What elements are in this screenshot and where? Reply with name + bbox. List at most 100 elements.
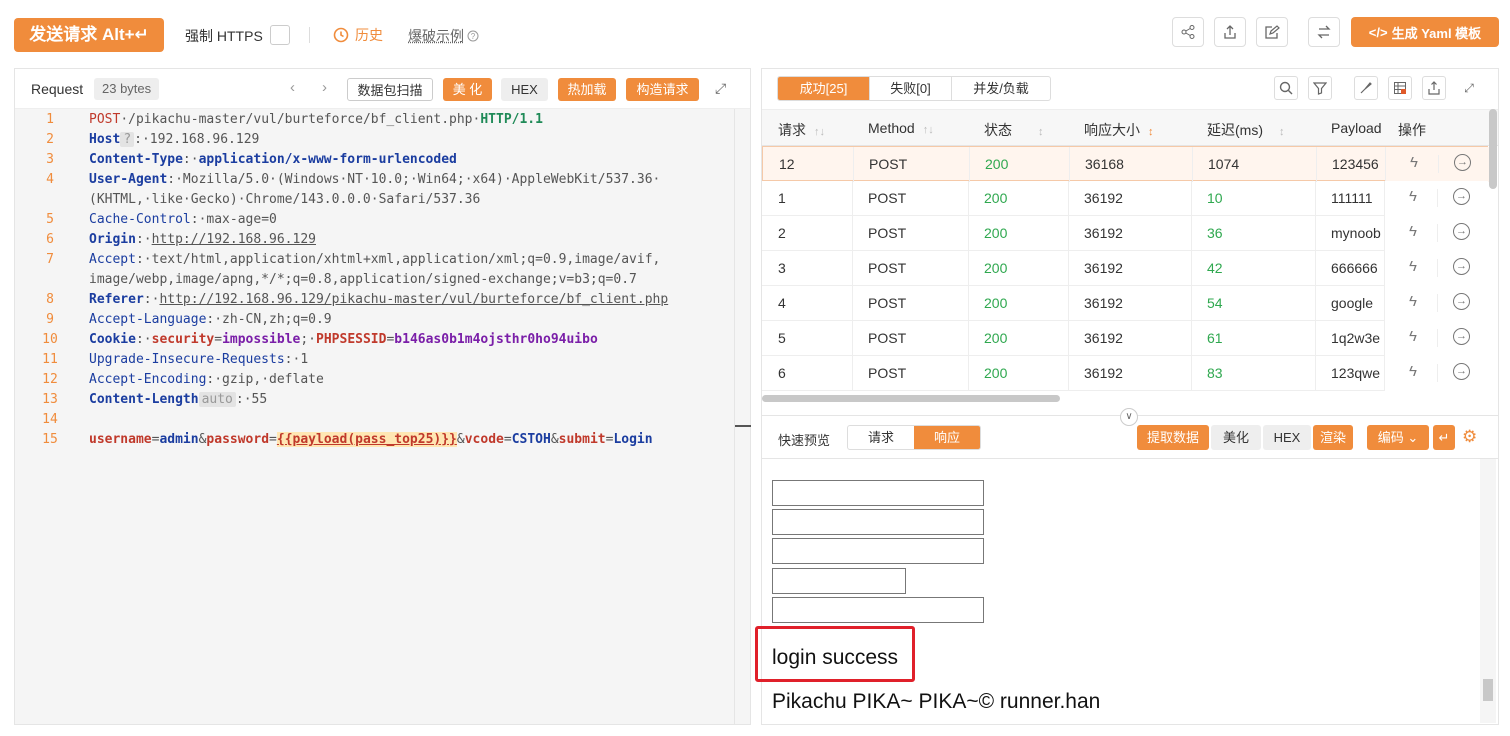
brute-example-link[interactable]: 爆破示例 ? [408, 26, 479, 46]
table-row[interactable]: 12 POST 200 36168 1074 123456 ϟ → [762, 146, 1489, 182]
cell-payload: 111111 [1331, 190, 1373, 206]
header-value[interactable]: http://192.168.96.129/pikachu-master/vul… [159, 292, 668, 307]
results-vertical-scrollbar[interactable] [1489, 109, 1497, 189]
next-arrow-icon[interactable]: › [322, 79, 327, 96]
preview-input-field[interactable] [772, 538, 984, 564]
send-request-button[interactable]: 发送请求 Alt+↵ [14, 18, 164, 52]
col-status[interactable]: 状态 ↕ [984, 120, 1044, 140]
edit-button[interactable] [1256, 17, 1288, 47]
column-divider [1191, 251, 1192, 286]
bolt-icon[interactable]: ϟ [1409, 223, 1417, 240]
arrow-right-circle-icon[interactable]: → [1454, 154, 1471, 171]
hex-button[interactable]: HEX [501, 78, 548, 101]
build-request-button[interactable]: 构造请求 [626, 78, 699, 101]
request-editor[interactable]: 1 2 3 4 5 6 7 8 9 10 11 12 13 14 15 POST… [15, 109, 750, 724]
encode-dropdown[interactable]: 编码 ⌄ [1367, 425, 1429, 450]
bolt-icon[interactable]: ϟ [1409, 363, 1417, 380]
preview-beautify-button[interactable]: 美化 [1211, 425, 1261, 450]
cell-id: 2 [778, 225, 786, 241]
table-row[interactable]: 3 POST 200 36192 42 666666 ϟ → [762, 251, 1488, 286]
tab-failed[interactable]: 失败[0] [870, 77, 952, 100]
col-payload[interactable]: Payload [1331, 120, 1383, 136]
tab-success[interactable]: 成功[25] [778, 77, 870, 100]
payload-marker[interactable]: {{payload(pass_top25)}} [276, 432, 457, 447]
history-button[interactable]: 历史 [333, 25, 383, 45]
collapse-icon[interactable]: ∨ [1120, 408, 1138, 426]
search-button[interactable] [1274, 76, 1298, 100]
table-row[interactable]: 1 POST 200 36192 10 111111 ϟ → [762, 181, 1488, 216]
column-divider [1437, 329, 1438, 347]
tab-preview-request[interactable]: 请求 [848, 426, 914, 449]
brush-button[interactable] [1354, 76, 1378, 100]
line-number: 9 [46, 312, 54, 327]
filter-button[interactable] [1308, 76, 1332, 100]
auto-hint[interactable]: auto [198, 392, 236, 407]
line-number: 10 [42, 332, 58, 347]
packet-scan-button[interactable]: 数据包扫描 [347, 78, 433, 101]
bolt-icon[interactable]: ϟ [1409, 258, 1417, 275]
render-button[interactable]: 渲染 [1313, 425, 1353, 450]
editor-scrollbar[interactable] [734, 109, 751, 724]
table-row[interactable]: 6 POST 200 36192 83 123qwe ϟ → [762, 356, 1488, 391]
arrow-right-circle-icon[interactable]: → [1453, 293, 1470, 310]
preview-hex-button[interactable]: HEX [1263, 425, 1311, 450]
bolt-icon[interactable]: ϟ [1409, 293, 1417, 310]
sort-icon: ↕ [1038, 126, 1044, 138]
arrow-right-circle-icon[interactable]: → [1453, 328, 1470, 345]
column-divider [852, 251, 853, 286]
hot-load-button[interactable]: 热加载 [558, 78, 616, 101]
col-method[interactable]: Method ↑↓ [868, 120, 934, 136]
bolt-icon[interactable]: ϟ [1409, 328, 1417, 345]
results-table-header: 请求 ↑↓ Method ↑↓ 状态 ↕ 响应大小 ↕ 延迟(ms) ↕ Payload … [762, 109, 1498, 146]
col-size[interactable]: 响应大小 ↕ [1084, 120, 1154, 140]
line-number: 11 [42, 352, 58, 367]
column-divider [1068, 286, 1069, 321]
preview-submit-field[interactable] [772, 597, 984, 623]
beautify-button[interactable]: 美 化 [443, 78, 492, 101]
result-tabs: 成功[25] 失败[0] 并发/负载 [777, 76, 1051, 101]
encode-label: 编码 [1377, 430, 1404, 445]
bolt-icon[interactable]: ϟ [1409, 188, 1417, 205]
generate-yaml-button[interactable]: </> 生成 Yaml 模板 [1351, 17, 1499, 47]
bolt-icon[interactable]: ϟ [1410, 154, 1418, 171]
col-request[interactable]: 请求 ↑↓ [778, 120, 825, 140]
share-button[interactable] [1172, 17, 1204, 47]
results-horizontal-scrollbar[interactable] [762, 395, 1060, 402]
arrow-right-circle-icon[interactable]: → [1453, 223, 1470, 240]
arrow-right-circle-icon[interactable]: → [1453, 188, 1470, 205]
wrap-button[interactable]: ↵ [1433, 425, 1455, 450]
force-https-checkbox[interactable] [270, 25, 290, 45]
cell-size: 36192 [1084, 225, 1123, 241]
line-number: 1 [46, 112, 54, 127]
tab-preview-response[interactable]: 响应 [914, 426, 980, 449]
arrow-right-circle-icon[interactable]: → [1453, 258, 1470, 275]
preview-input-field[interactable] [772, 480, 984, 506]
swap-button[interactable] [1308, 17, 1340, 47]
header-value[interactable]: http://192.168.96.129 [152, 232, 316, 247]
prev-arrow-icon[interactable]: ‹ [290, 79, 295, 96]
header-origin: Origin:·http://192.168.96.129 [89, 232, 316, 247]
preview-scrollbar[interactable] [1480, 459, 1496, 723]
table-row[interactable]: 4 POST 200 36192 54 google ϟ → [762, 286, 1488, 321]
preview-input-field[interactable] [772, 568, 906, 594]
extract-data-button[interactable]: 提取数据 [1137, 425, 1209, 450]
cell-method: POST [868, 330, 907, 346]
results-export-button[interactable] [1422, 76, 1446, 100]
host-hint[interactable]: ? [120, 132, 135, 147]
table-row[interactable]: 2 POST 200 36192 36 mynoob ϟ → [762, 216, 1488, 251]
tab-concurrency[interactable]: 并发/负载 [952, 77, 1050, 100]
export-excel-button[interactable] [1388, 76, 1412, 100]
column-divider [1068, 356, 1069, 391]
preview-input-field[interactable] [772, 509, 984, 535]
arrow-right-circle-icon[interactable]: → [1453, 363, 1470, 380]
expand-icon[interactable]: ⤢ [715, 80, 726, 97]
return-icon: ↵ [1438, 430, 1450, 445]
scroll-thumb[interactable] [1483, 679, 1493, 701]
col-delay[interactable]: 延迟(ms) ↕ [1207, 120, 1285, 140]
sort-icon: ↕ [1148, 126, 1154, 138]
history-label: 历史 [355, 27, 383, 43]
results-expand-button[interactable]: ⤢ [1457, 76, 1481, 100]
export-button[interactable] [1214, 17, 1246, 47]
gear-icon[interactable]: ⚙ [1462, 427, 1477, 447]
table-row[interactable]: 5 POST 200 36192 61 1q2w3e ϟ → [762, 321, 1488, 356]
